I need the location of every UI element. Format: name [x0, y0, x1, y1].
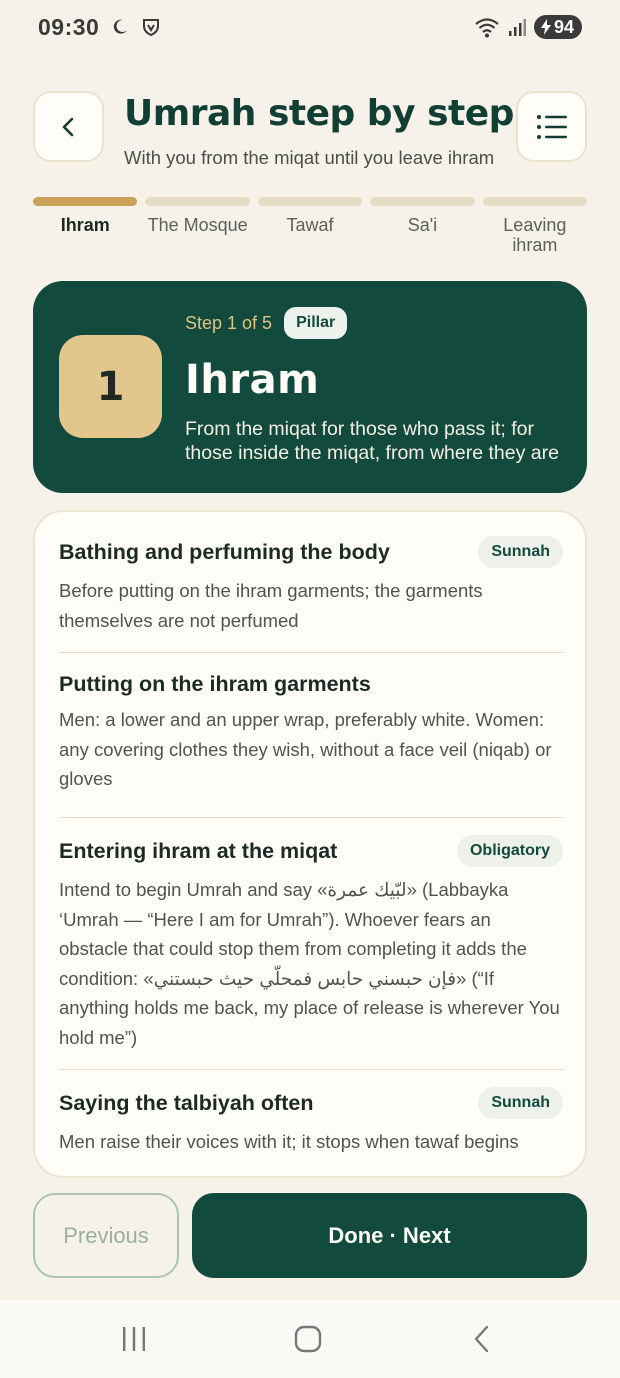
tab-sai[interactable]: Sa'i: [370, 215, 474, 255]
progress-bar: [33, 197, 588, 206]
step-description: From the miqat for those who pass it; fo…: [185, 418, 559, 464]
status-right: 94: [474, 15, 582, 39]
battery-indicator: 94: [533, 15, 582, 39]
step-items-card: Bathing and perfuming the body Sunnah Be…: [33, 510, 587, 1178]
item-description: Men raise their voices with it; it stops…: [59, 1131, 519, 1152]
item-description: Men: a lower and an upper wrap, preferab…: [59, 709, 552, 789]
page-subtitle: With you from the miqat until you leave …: [124, 147, 495, 168]
item-description: Before putting on the ihram garments; th…: [59, 580, 483, 631]
status-bar: 09:30 94: [0, 0, 620, 54]
item-title: Bathing and perfuming the body: [59, 539, 390, 564]
step-tabs: Ihram The Mosque Tawaf Sa'i Leaving ihra…: [33, 215, 587, 255]
battery-charging-icon: [540, 19, 551, 35]
progress-segment: [33, 197, 138, 206]
battery-level: 94: [553, 16, 574, 37]
step-card: 1 Step 1 of 5 Pillar Ihram From the miqa…: [33, 281, 587, 493]
tab-leaving-ihram[interactable]: Leaving ihram: [483, 215, 587, 255]
back-arrow-icon: [474, 1325, 489, 1353]
step-number: 1: [59, 335, 162, 438]
progress-segment: [482, 197, 588, 206]
recent-apps-icon: [123, 1327, 145, 1351]
list-item: Entering ihram at the miqat Obligatory I…: [59, 835, 563, 1052]
step-count: Step 1 of 5: [185, 312, 273, 333]
divider: [59, 817, 563, 818]
home-icon: [294, 1325, 322, 1353]
item-badge: Sunnah: [478, 536, 563, 568]
header: Umrah step by step With you from the miq…: [33, 91, 587, 168]
item-badge: Sunnah: [478, 1087, 563, 1119]
page-title: Umrah step by step: [124, 93, 514, 134]
item-title: Putting on the ihram garments: [59, 672, 371, 696]
status-time: 09:30: [38, 13, 100, 40]
list-item: Saying the talbiyah often Sunnah Men rai…: [59, 1087, 563, 1157]
vpn-shield-icon: [141, 17, 161, 37]
tab-tawaf[interactable]: Tawaf: [258, 215, 362, 255]
system-back-button[interactable]: [462, 1324, 502, 1354]
status-left: 09:30: [38, 14, 161, 41]
item-title: Entering ihram at the miqat: [59, 838, 338, 863]
progress-segment: [145, 197, 250, 206]
moon-icon: [111, 18, 129, 36]
item-header: Saying the talbiyah often Sunnah: [59, 1087, 563, 1119]
item-title: Saying the talbiyah often: [59, 1090, 314, 1115]
home-button[interactable]: [288, 1324, 328, 1354]
item-header: Entering ihram at the miqat Obligatory: [59, 835, 563, 867]
tab-ihram[interactable]: Ihram: [33, 215, 137, 255]
system-nav-bar: [0, 1300, 620, 1378]
header-text: Umrah step by step With you from the miq…: [124, 91, 524, 169]
recent-apps-button[interactable]: [114, 1324, 154, 1354]
progress-segment: [370, 197, 475, 206]
tab-the-mosque[interactable]: The Mosque: [145, 215, 249, 255]
back-button[interactable]: [33, 91, 104, 162]
wifi-icon: [474, 16, 500, 38]
done-next-button[interactable]: Done · Next: [192, 1193, 587, 1278]
item-header: Bathing and perfuming the body Sunnah: [59, 536, 563, 568]
list-icon: [536, 114, 567, 139]
list-item: Putting on the ihram garments Men: a low…: [59, 672, 563, 794]
divider: [59, 1069, 563, 1070]
item-description: Intend to begin Umrah and say «لبّيك عمر…: [59, 879, 560, 1048]
step-type-badge: Pillar: [284, 307, 348, 339]
progress-segment: [257, 197, 363, 206]
step-meta: Step 1 of 5 Pillar: [185, 307, 348, 339]
menu-button[interactable]: [516, 91, 587, 162]
divider: [59, 652, 563, 653]
list-item: Bathing and perfuming the body Sunnah Be…: [59, 536, 563, 635]
step-title: Ihram: [185, 357, 320, 403]
previous-button[interactable]: Previous: [33, 1193, 179, 1278]
item-badge: Obligatory: [456, 835, 563, 867]
chevron-left-icon: [62, 117, 73, 136]
item-header: Putting on the ihram garments: [59, 672, 563, 697]
signal-icon: [508, 17, 526, 37]
